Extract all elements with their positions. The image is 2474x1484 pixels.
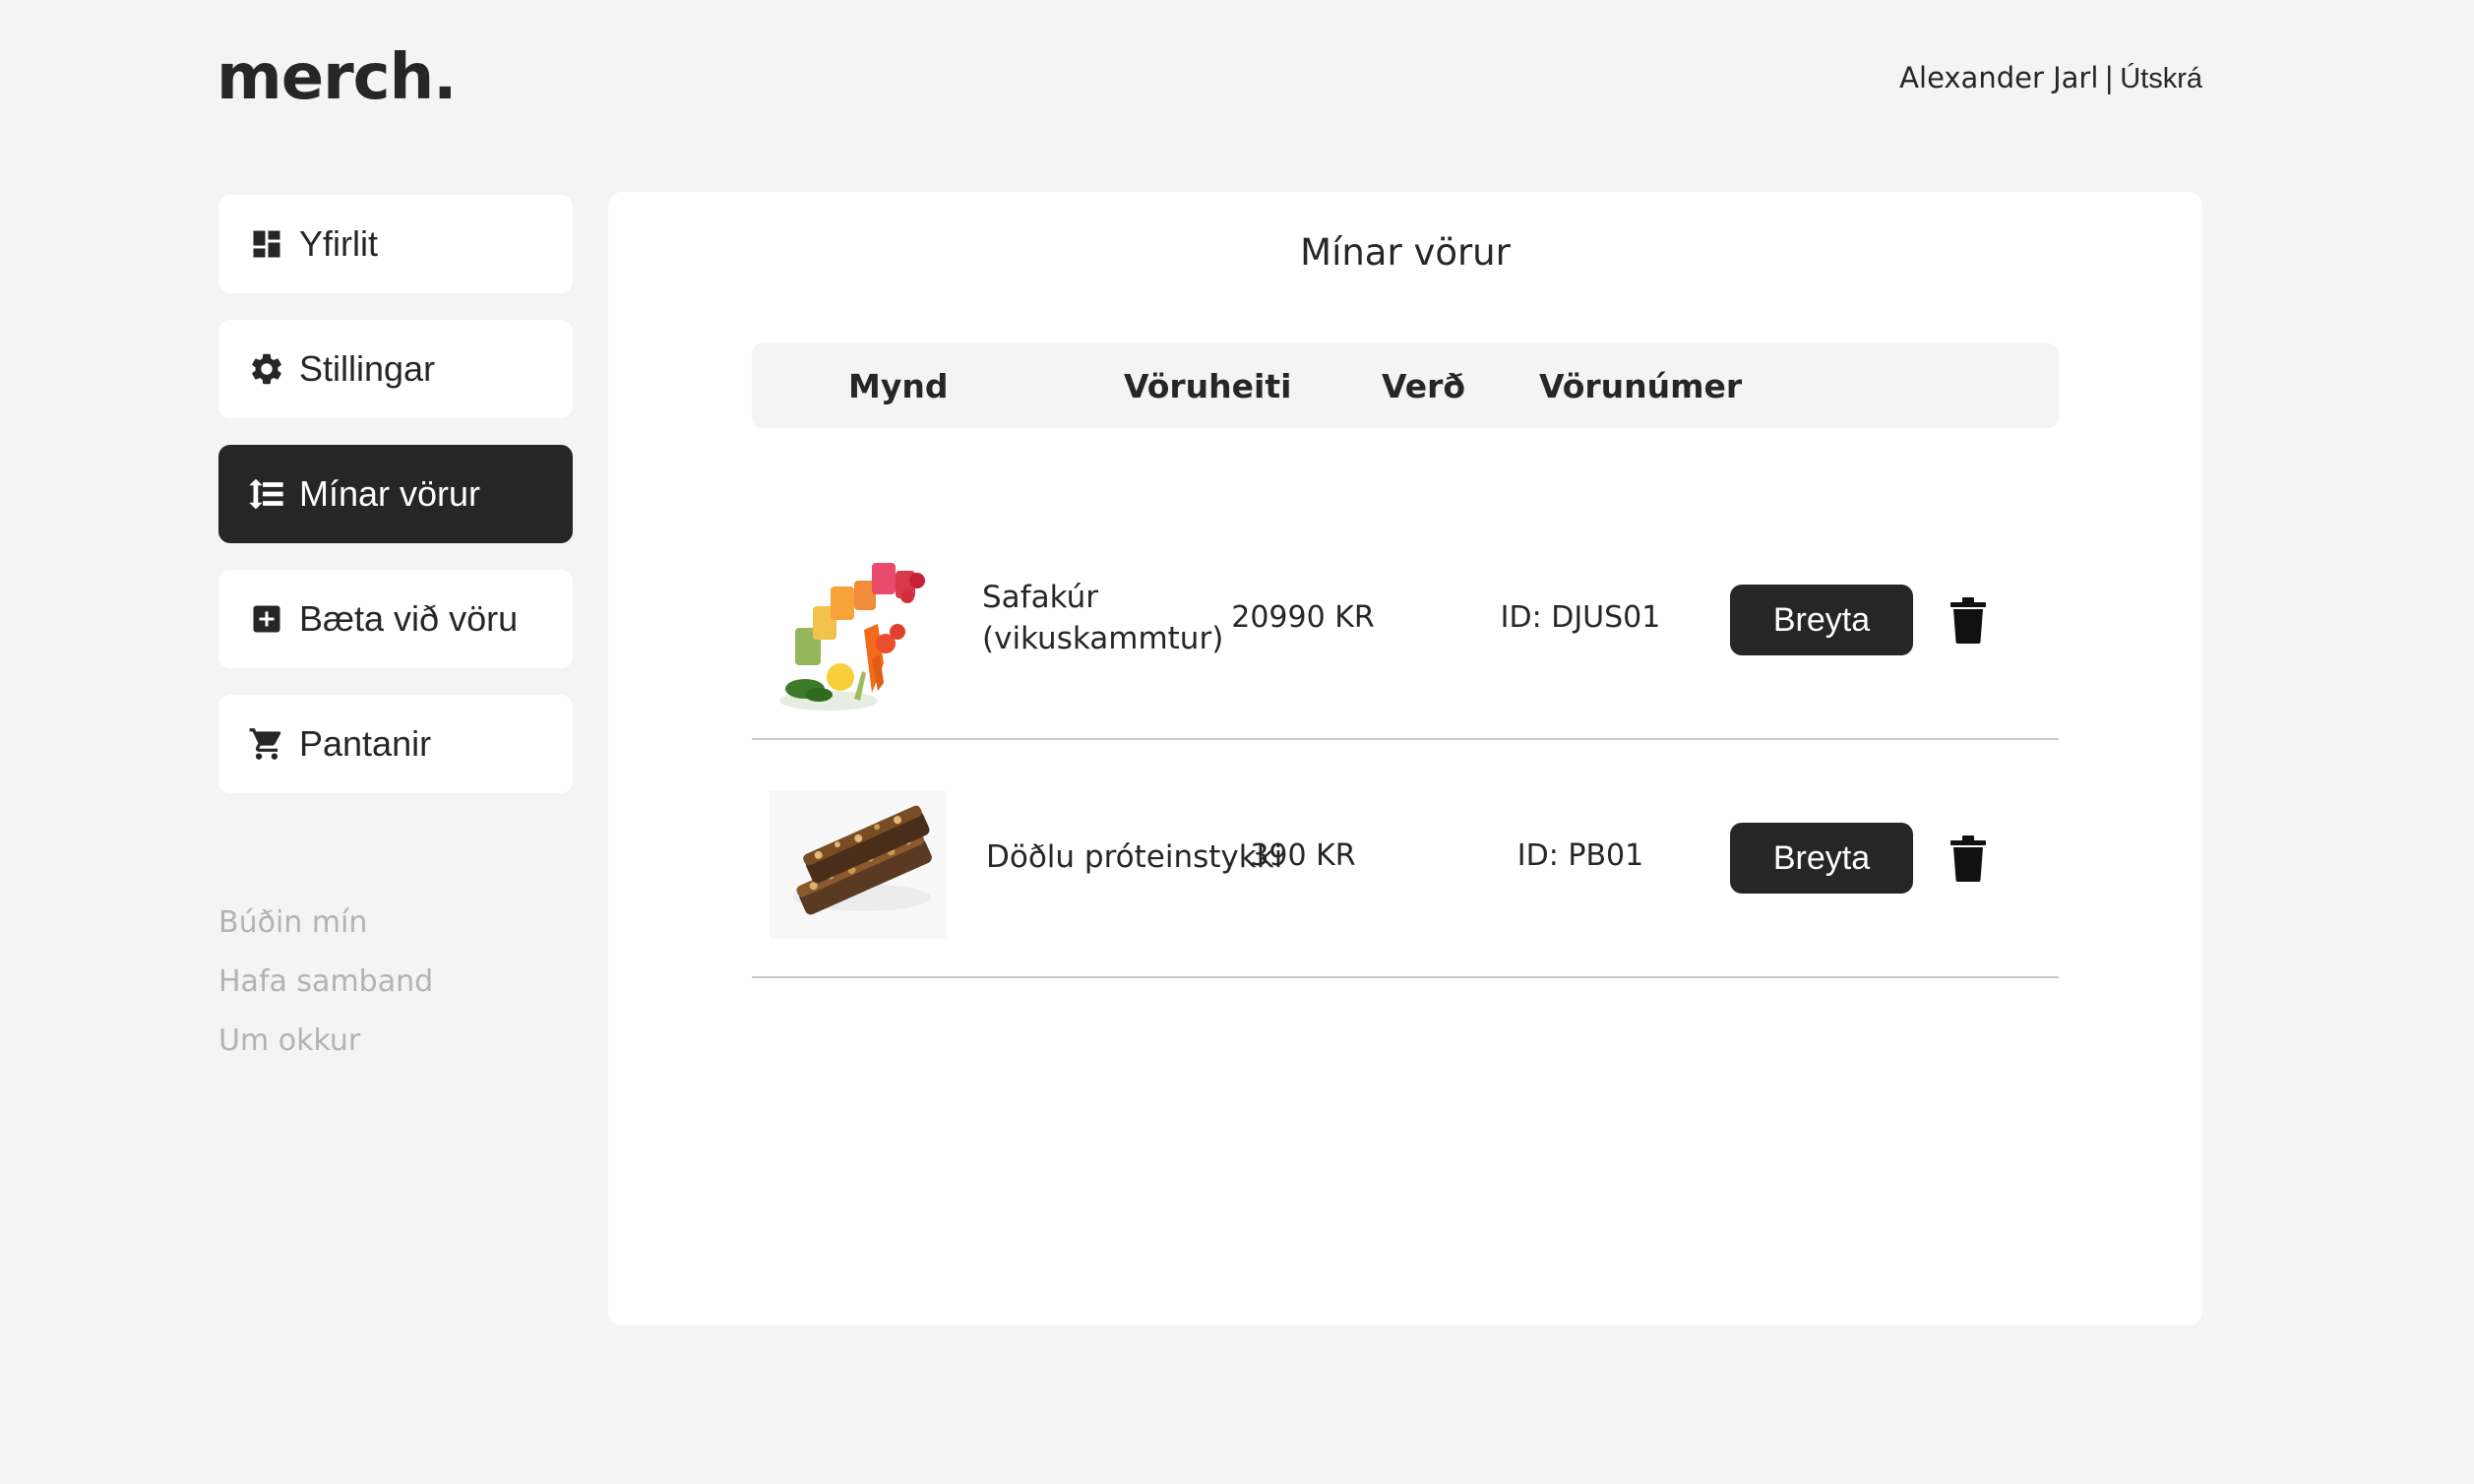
- sidebar-item-label: Yfirlit: [299, 223, 378, 264]
- add-box-icon: [248, 600, 285, 638]
- page-title: Mínar vörur: [1300, 231, 1511, 274]
- logout-link[interactable]: Útskrá: [2120, 63, 2202, 94]
- table-header: Mynd Vöruheiti Verð Vörunúmer: [752, 343, 2059, 428]
- link-my-shop[interactable]: Búðin mín: [218, 905, 433, 941]
- column-header-image: Mynd: [848, 367, 949, 405]
- user-name: Alexander Jarl: [1899, 61, 2099, 94]
- logo[interactable]: merch.: [216, 41, 457, 114]
- products-panel: Mínar vörur Mynd Vöruheiti Verð Vörunúme…: [608, 192, 2202, 1326]
- product-id: ID: DJUS01: [1500, 600, 1661, 635]
- product-image-juice: [770, 541, 947, 718]
- column-header-product-number: Vörunúmer: [1539, 367, 1743, 405]
- product-price: 390 KR: [1250, 838, 1356, 873]
- product-price: 20990 KR: [1231, 600, 1375, 635]
- product-id: ID: PB01: [1516, 838, 1644, 873]
- dashboard-icon: [248, 225, 285, 263]
- sidebar-item-label: Mínar vörur: [299, 473, 481, 514]
- column-header-price: Verð: [1382, 367, 1466, 405]
- edit-button[interactable]: Breyta: [1730, 823, 1913, 894]
- table-row: Döðlu próteinstykki 390 KR ID: PB01 Brey…: [752, 742, 2059, 978]
- product-name-line: Safakúr: [982, 580, 1098, 615]
- link-about[interactable]: Um okkur: [218, 1023, 433, 1059]
- link-contact[interactable]: Hafa samband: [218, 964, 433, 1000]
- edit-button[interactable]: Breyta: [1730, 585, 1913, 655]
- sidebar-item-settings[interactable]: Stillingar: [218, 320, 573, 418]
- product-name-line: (vikuskammtur): [982, 621, 1224, 656]
- sidebar-item-label: Pantanir: [299, 723, 432, 764]
- separator: |: [2104, 61, 2115, 94]
- table-row: Safakúr (vikuskammtur) 20990 KR ID: DJUS…: [752, 504, 2059, 740]
- trash-icon[interactable]: [1948, 835, 1992, 884]
- gear-icon: [248, 350, 285, 388]
- sort-list-icon: [248, 475, 285, 513]
- sidebar-item-my-products[interactable]: Mínar vörur: [218, 445, 573, 543]
- footer-links: Búðin mín Hafa samband Um okkur: [218, 905, 433, 1082]
- user-bar: Alexander Jarl | Útskrá: [1899, 61, 2202, 95]
- column-header-name: Vöruheiti: [1124, 367, 1292, 405]
- product-name: Safakúr (vikuskammtur): [982, 577, 1223, 659]
- sidebar-item-overview[interactable]: Yfirlit: [218, 195, 573, 293]
- cart-icon: [248, 725, 285, 763]
- sidebar-item-label: Stillingar: [299, 348, 436, 389]
- sidebar-item-add-product[interactable]: Bæta við vöru: [218, 570, 573, 668]
- product-image-protein-bars: [770, 791, 947, 968]
- sidebar-item-label: Bæta við vöru: [299, 598, 519, 639]
- sidebar-item-orders[interactable]: Pantanir: [218, 695, 573, 793]
- sidebar: Yfirlit Stillingar Mínar vörur Bæta við …: [218, 195, 573, 820]
- trash-icon[interactable]: [1948, 596, 1992, 646]
